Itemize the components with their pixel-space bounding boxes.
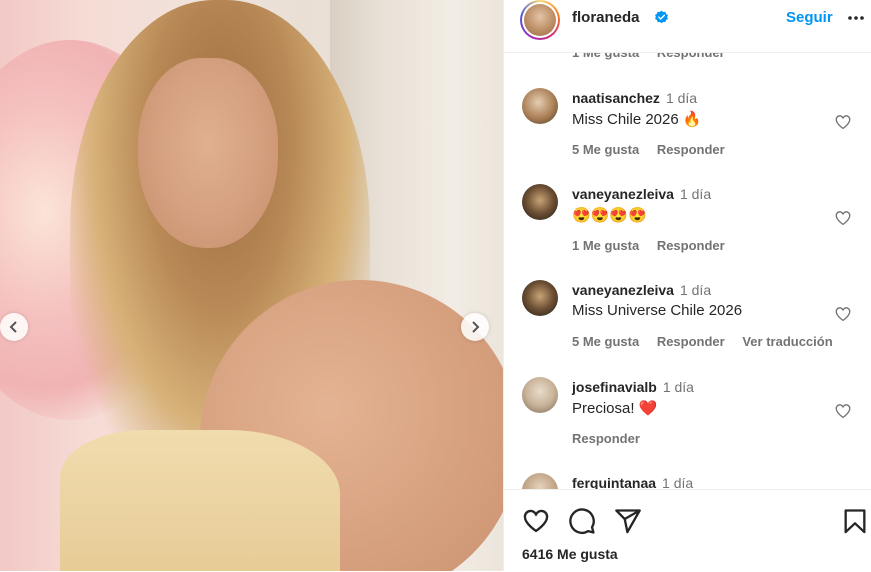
post-side-panel: floraneda Seguir 1 Me gusta Responder na… <box>503 0 871 572</box>
comment-like-heart-icon[interactable] <box>834 305 852 323</box>
reply-button[interactable]: Responder <box>657 238 725 253</box>
reply-button[interactable]: Responder <box>572 431 640 446</box>
reply-button[interactable]: Responder <box>657 142 725 157</box>
carousel-prev-button[interactable] <box>0 313 28 341</box>
commenter-avatar[interactable] <box>522 280 558 316</box>
commenter-avatar[interactable] <box>522 184 558 220</box>
author-username[interactable]: floraneda <box>572 9 640 26</box>
commenter-username[interactable]: ferquintanaa <box>572 475 656 489</box>
comment-bubble-icon[interactable] <box>568 507 596 535</box>
previous-comment-meta: 1 Me gusta Responder <box>572 52 739 60</box>
more-options-icon[interactable] <box>846 8 866 28</box>
see-translation-button[interactable]: Ver traducción <box>742 334 832 349</box>
post-actions-bar: 6416 Me gusta <box>504 489 871 572</box>
comment-text: Preciosa! ❤️ <box>572 400 658 417</box>
comment-time: 1 día <box>665 90 698 106</box>
comment-likes[interactable]: 5 Me gusta <box>572 334 639 349</box>
commenter-avatar[interactable] <box>522 88 558 124</box>
bookmark-icon[interactable] <box>841 507 869 535</box>
commenter-avatar[interactable] <box>522 377 558 413</box>
reply-button[interactable]: Responder <box>657 334 725 349</box>
post-likes-count[interactable]: 6416 Me gusta <box>522 546 618 562</box>
comment-likes[interactable]: 1 Me gusta <box>572 238 639 253</box>
post-photo <box>0 0 503 571</box>
comment-like-heart-icon[interactable] <box>834 113 852 131</box>
commenter-username[interactable]: naatisanchez <box>572 90 660 106</box>
comment-time: 1 día <box>662 475 694 489</box>
commenter-username[interactable]: josefinavialb <box>572 379 657 395</box>
reply-button[interactable]: Responder <box>657 52 725 60</box>
verified-badge-icon <box>655 10 668 24</box>
comment-text: Miss Chile 2026 🔥 <box>572 111 702 128</box>
comment-time: 1 día <box>662 379 694 395</box>
heart-icon[interactable] <box>522 507 550 535</box>
comment-text: 😍😍😍😍 <box>572 207 647 224</box>
photo-dress <box>60 430 340 571</box>
comment-text: Miss Universe Chile 2026 <box>572 302 743 319</box>
photo-face <box>138 58 278 248</box>
commenter-username[interactable]: vaneyanezleiva <box>572 186 674 202</box>
comment-like-heart-icon[interactable] <box>834 402 852 420</box>
chevron-right-icon <box>472 321 480 333</box>
commenter-username[interactable]: vaneyanezleiva <box>572 282 674 298</box>
author-avatar[interactable] <box>520 0 560 40</box>
commenter-avatar[interactable] <box>522 473 558 489</box>
comment-likes[interactable]: 5 Me gusta <box>572 142 639 157</box>
comment-like-heart-icon[interactable] <box>834 209 852 227</box>
carousel-next-button[interactable] <box>461 313 489 341</box>
post-header: floraneda Seguir <box>504 0 871 53</box>
comments-list[interactable]: 1 Me gusta Responder naatisanchez 1 día M… <box>504 52 871 489</box>
follow-button[interactable]: Seguir <box>786 9 833 26</box>
send-paper-plane-icon[interactable] <box>614 507 642 535</box>
chevron-left-icon <box>9 321 17 333</box>
comment-time: 1 día <box>679 186 712 202</box>
comment-likes[interactable]: 1 Me gusta <box>572 52 639 60</box>
comment-time: 1 día <box>679 282 712 298</box>
